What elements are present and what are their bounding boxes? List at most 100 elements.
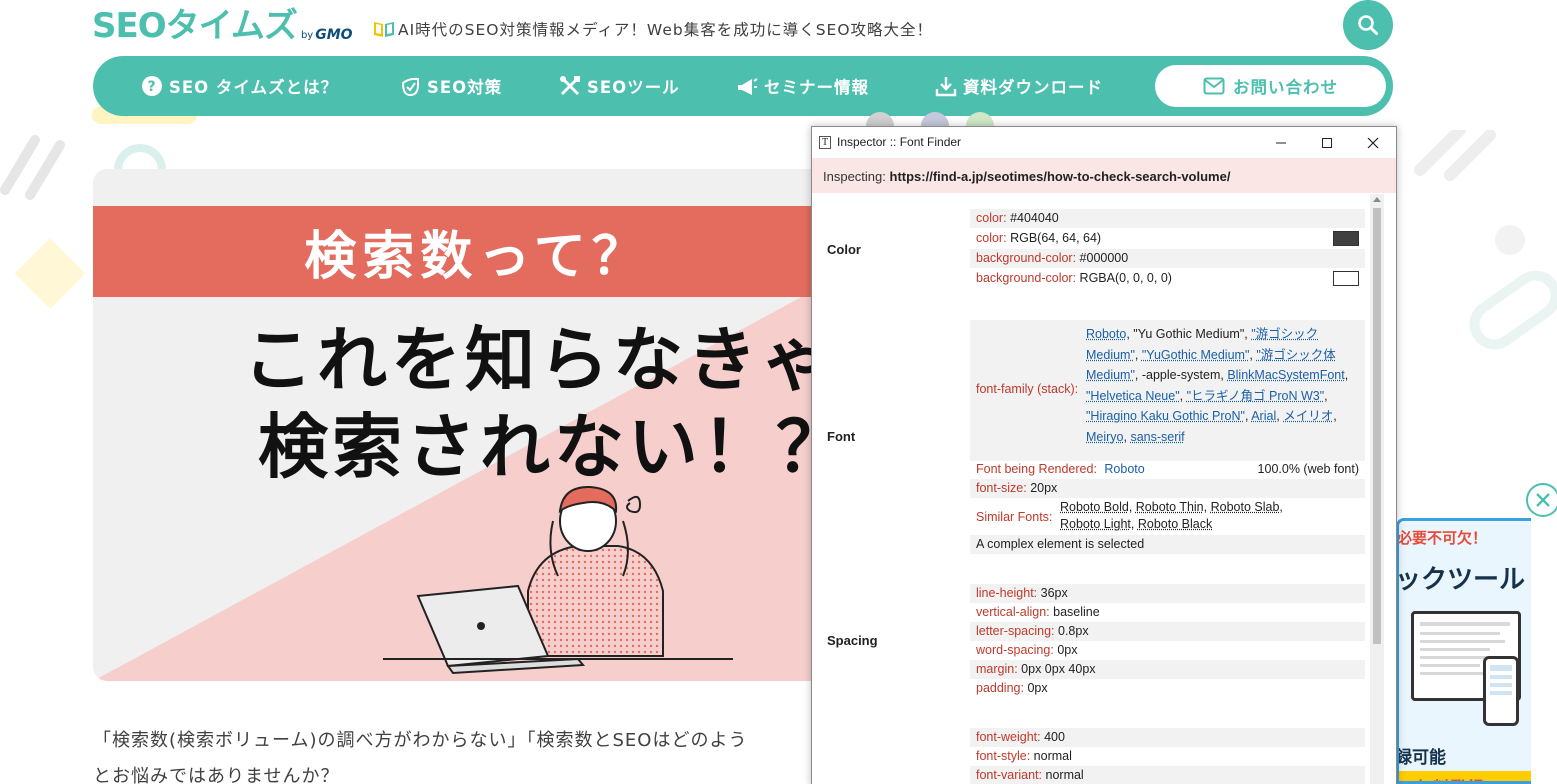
weight-row: font-variant: normal xyxy=(970,766,1365,784)
scroll-up-arrow-icon[interactable] xyxy=(1373,197,1381,202)
spacing-row: word-spacing: 0px xyxy=(970,641,1365,660)
bg-decoration xyxy=(10,235,90,315)
nav-item-download[interactable]: 資料ダウンロード xyxy=(935,56,1103,116)
megaphone-icon xyxy=(738,78,758,95)
font-rendered-row: Font being Rendered: Roboto 100.0% (web … xyxy=(970,460,1365,479)
nav-label: セミナー情報 xyxy=(764,78,869,97)
prop-key: Font being Rendered: xyxy=(976,462,1097,476)
color-row: color: #404040 xyxy=(970,209,1365,228)
close-window-button[interactable] xyxy=(1350,127,1396,158)
spacing-row: letter-spacing: 0.8px xyxy=(970,622,1365,641)
nav-item-seminar[interactable]: セミナー情報 xyxy=(736,56,869,116)
spacing-row: vertical-align: baseline xyxy=(970,603,1365,622)
book-icon xyxy=(374,22,394,37)
prop-value: baseline xyxy=(1053,605,1100,619)
section-label-spacing: Spacing xyxy=(827,633,878,648)
prop-value: normal xyxy=(1033,749,1072,763)
prop-key: font-weight: xyxy=(976,730,1041,744)
similar-font-link[interactable]: Roboto Black xyxy=(1138,517,1212,531)
search-icon xyxy=(1358,15,1378,35)
rendered-font-link[interactable]: Roboto xyxy=(1104,462,1144,476)
prop-value: 0px 0px 40px xyxy=(1021,662,1096,676)
color-row: color: RGB(64, 64, 64) xyxy=(970,229,1365,248)
ad-cta-button[interactable]: ＞無料登録 xyxy=(1399,771,1531,781)
font-link[interactable]: "YuGothic Medium" xyxy=(1142,348,1250,362)
prop-key: margin: xyxy=(976,662,1018,676)
rendered-note: 100.0% (web font) xyxy=(1257,462,1359,476)
site-tagline: AI時代のSEO対策情報メディア！Web集客を成功に導くSEO攻略大全！ xyxy=(373,18,933,40)
similar-font-link[interactable]: Roboto Light xyxy=(1060,517,1131,531)
logo-wordmark: SEOタイムズ xyxy=(92,6,298,46)
prop-key: font-style: xyxy=(976,749,1031,763)
bg-decoration xyxy=(0,130,90,200)
similar-fonts-row: Similar Fonts: Roboto Bold, Roboto Thin,… xyxy=(976,500,1283,531)
logo-by: by xyxy=(300,30,314,41)
prop-value: 20px xyxy=(1030,481,1058,495)
prop-key: background-color: xyxy=(976,271,1077,285)
tools-icon xyxy=(560,76,580,96)
leaf-check-icon xyxy=(401,77,419,97)
maximize-button[interactable] xyxy=(1304,127,1350,158)
similar-font-link[interactable]: Roboto Slab xyxy=(1211,500,1280,514)
nav-item-about[interactable]: ? SEO タイムズとは？ xyxy=(141,56,338,116)
complex-note: A complex element is selected xyxy=(976,537,1145,551)
prop-key: color: xyxy=(976,231,1007,245)
font-link[interactable]: Roboto xyxy=(1086,327,1126,341)
inspector-scrollbar[interactable] xyxy=(1370,194,1384,784)
scroll-thumb[interactable] xyxy=(1373,208,1381,644)
prop-value: 36px xyxy=(1040,586,1068,600)
inspecting-url[interactable]: https://find-a.jp/seotimes/how-to-check-… xyxy=(890,169,1231,184)
font-name: "Yu Gothic Medium" xyxy=(1133,327,1245,341)
minimize-button[interactable] xyxy=(1258,127,1304,158)
window-title: Inspector :: Font Finder xyxy=(837,135,962,149)
download-icon xyxy=(935,77,957,97)
hero-band-text: 検索数って？ xyxy=(304,227,650,287)
spacing-row: padding: 0px xyxy=(970,679,1365,698)
font-link[interactable]: Meiryo xyxy=(1086,430,1124,444)
nav-item-tools[interactable]: SEOツール xyxy=(559,56,680,116)
prop-key: Similar Fonts: xyxy=(976,510,1053,524)
font-size-row: font-size: 20px xyxy=(970,479,1365,498)
font-link[interactable]: "Hiragino Kaku Gothic ProN" xyxy=(1086,409,1245,423)
prop-key: word-spacing: xyxy=(976,643,1054,657)
font-link[interactable]: "ヒラギノ角ゴ ProN W3" xyxy=(1187,389,1325,403)
search-button[interactable] xyxy=(1343,0,1393,50)
side-ad-banner[interactable]: 必要不可欠！ ックツール 録可能 ＞無料登録 xyxy=(1396,518,1531,784)
prop-value: 0px xyxy=(1027,681,1048,695)
font-finder-window: T Inspector :: Font Finder Inspecting: h… xyxy=(811,126,1397,784)
window-titlebar[interactable]: T Inspector :: Font Finder xyxy=(812,127,1396,158)
prop-key: font-variant: xyxy=(976,768,1043,782)
font-link[interactable]: Arial xyxy=(1251,409,1276,423)
article-text-line: とお悩みではありませんか？ xyxy=(93,766,340,784)
nav-item-seo[interactable]: SEO対策 xyxy=(399,56,502,116)
ad-title: ックツール xyxy=(1396,565,1526,595)
nav-label: SEO タイムズとは？ xyxy=(169,78,339,97)
font-link[interactable]: "Helvetica Neue" xyxy=(1086,389,1180,403)
contact-button[interactable]: お問い合わせ xyxy=(1155,65,1386,107)
inspecting-label: Inspecting: xyxy=(823,169,886,184)
prop-value: 400 xyxy=(1044,730,1065,744)
logo-gmo: GMO xyxy=(315,27,353,43)
font-link[interactable]: メイリオ xyxy=(1283,409,1333,423)
contact-label: お問い合わせ xyxy=(1233,78,1338,97)
site-logo[interactable]: SEOタイムズ by GMO xyxy=(92,6,353,46)
mail-icon xyxy=(1203,77,1225,95)
similar-font-link[interactable]: Roboto Thin xyxy=(1136,500,1204,514)
prop-key: padding: xyxy=(976,681,1024,695)
font-link[interactable]: sans-serif xyxy=(1130,430,1184,444)
font-link[interactable]: BlinkMacSystemFont xyxy=(1227,368,1344,382)
tagline-text: AI時代のSEO対策情報メディア！Web集客を成功に導くSEO攻略大全！ xyxy=(398,21,934,39)
color-swatch xyxy=(1333,271,1359,286)
similar-font-link[interactable]: Roboto Bold xyxy=(1060,500,1129,514)
minimize-icon xyxy=(1276,142,1286,143)
ad-close-button[interactable] xyxy=(1526,483,1557,517)
inspecting-url-bar: Inspecting: https://find-a.jp/seotimes/h… xyxy=(812,158,1396,193)
complex-note-row: A complex element is selected xyxy=(970,535,1365,554)
ad-text: 録可能 xyxy=(1396,748,1446,768)
prop-value: RGBA(0, 0, 0, 0) xyxy=(1079,271,1172,285)
font-finder-app-icon: T xyxy=(819,136,831,149)
question-circle-icon: ? xyxy=(142,76,162,96)
close-icon xyxy=(1367,137,1379,148)
hero-headline-2: 検索されない！？ xyxy=(258,406,850,488)
hero-headline-1: これを知らなきゃ xyxy=(243,319,835,401)
